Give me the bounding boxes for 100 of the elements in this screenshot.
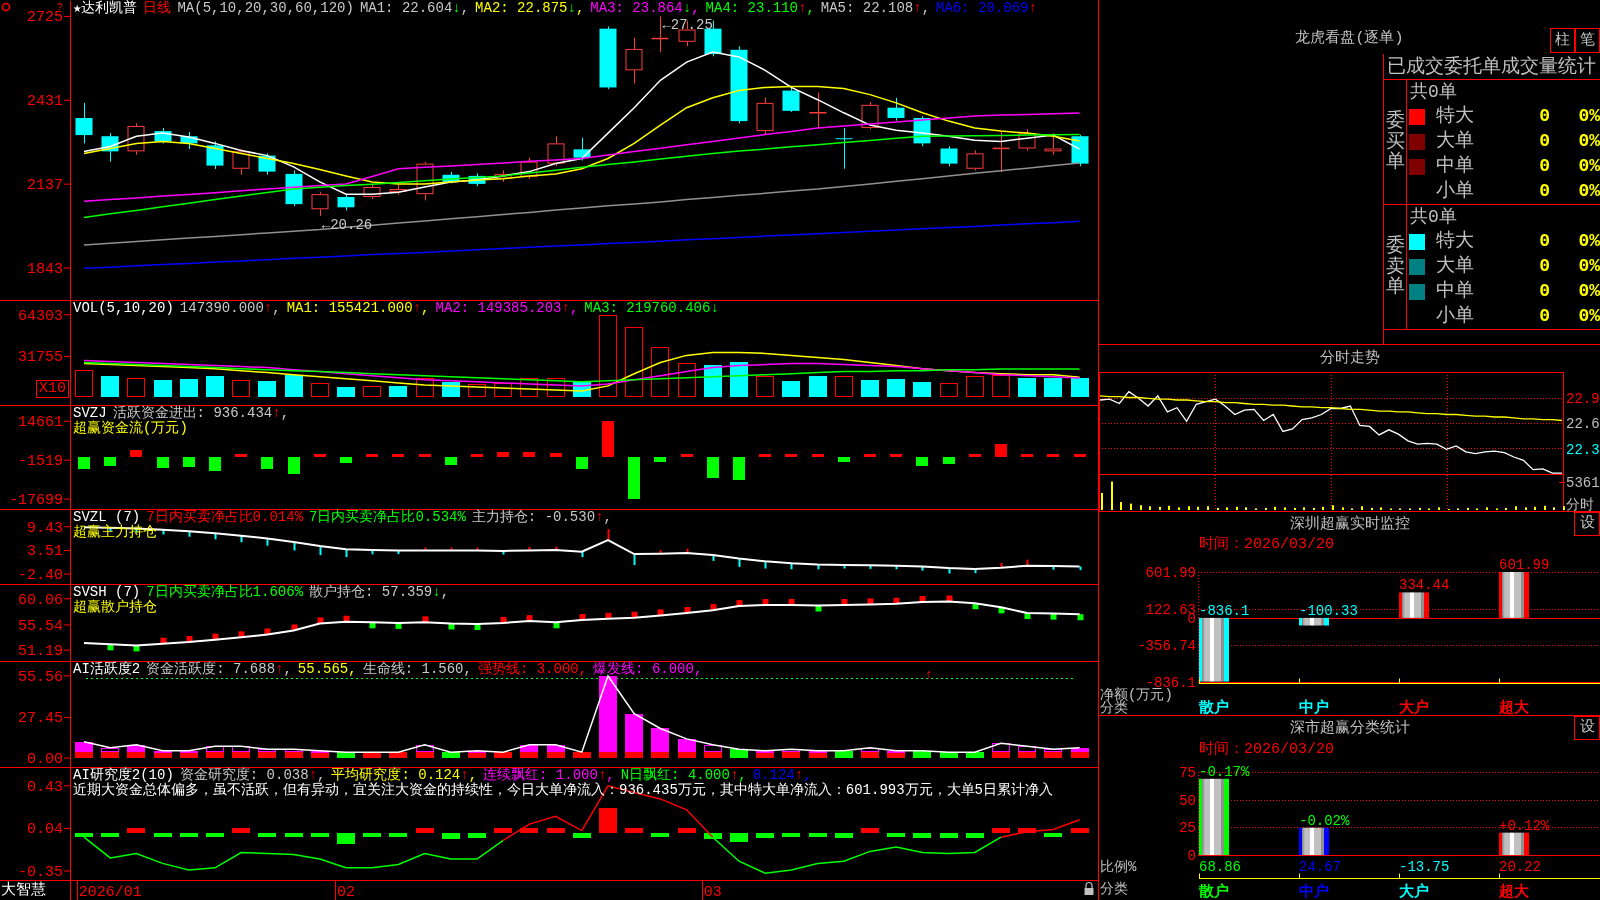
axis-label: 22.9: [1566, 390, 1600, 407]
axis-label: -1519: [18, 453, 63, 471]
legend-label: MA1: 155421.000↑,: [286, 301, 430, 316]
count-value: 0: [1538, 105, 1550, 128]
axis-label: 14661: [18, 414, 63, 432]
data-bar: [1199, 617, 1229, 682]
legend-label: N日飘红: 4.000↑,: [620, 768, 747, 783]
ring-icon: [1, 2, 11, 12]
axis-label: -356.74: [1137, 638, 1196, 655]
logo-text: 大智慧: [0, 881, 47, 900]
marker-label: ↑: [924, 666, 933, 683]
axis-label: 1843: [27, 261, 63, 279]
axis-title: 分类: [1100, 700, 1128, 715]
axis-label: 60.06: [18, 591, 63, 609]
legend-label: AI研究度2(10): [73, 768, 174, 783]
settings-button[interactable]: 设: [1574, 716, 1600, 740]
panel-title: 深市超赢分类统计: [1289, 718, 1410, 739]
legend-label: SVZL (7): [73, 510, 141, 525]
axis-label: 22.6: [1566, 416, 1600, 432]
axis-label: 3.51: [27, 543, 63, 561]
time-label: 时间：2026/03/20: [1198, 537, 1335, 552]
count-value: 0: [1538, 155, 1550, 178]
legend-label: 7日内买卖净占比0.534%: [309, 510, 466, 525]
category-label: 散户: [1199, 700, 1229, 715]
legend-label: 主力持仓: -0.530↑,: [471, 510, 612, 525]
toggle-button[interactable]: 柱: [1550, 28, 1575, 53]
axis-label: 75: [1179, 765, 1196, 781]
category-label: 中户: [1299, 884, 1329, 900]
legend-label: 日线: [143, 1, 172, 16]
change-label: +0.12%: [1499, 817, 1550, 834]
panel-title: 分时走势: [1319, 350, 1380, 367]
axis-label: 0.04: [27, 821, 63, 839]
count-value: 0: [1538, 280, 1550, 303]
legend-label: SVSH (7): [73, 585, 141, 600]
share-value: 0%: [1577, 305, 1600, 328]
share-value: 0%: [1577, 105, 1600, 128]
row-label: 小单: [1436, 304, 1475, 330]
axis-label: 5361: [1566, 475, 1600, 491]
share-value: 0%: [1577, 180, 1600, 203]
legend-label: ★达利凯普: [73, 1, 138, 16]
data-bar: [1399, 592, 1429, 618]
axis-label: -0.35: [18, 864, 63, 882]
legend-label: 资金活跃度: 7.688↑,: [146, 662, 292, 677]
toggle-button[interactable]: 笔: [1575, 28, 1600, 53]
legend-label: MA3: 23.864↓,: [590, 1, 700, 16]
share-value: 0%: [1577, 230, 1600, 253]
category-label: 散户: [1199, 884, 1229, 900]
legend-label: MA(5,10,20,30,60,120): [177, 1, 354, 16]
row-label: 中单: [1436, 154, 1475, 180]
row-label: 中单: [1436, 279, 1475, 305]
time-label: 时间：2026/03/20: [1198, 742, 1335, 757]
count-value: 0: [1538, 180, 1550, 203]
panel-title: 深圳超赢实时监控: [1289, 514, 1410, 535]
panel-title: 龙虎看盘(逐单): [1295, 29, 1404, 49]
date-label: 02: [337, 884, 355, 900]
lock-icon: [1084, 881, 1094, 895]
legend-label: 连续飘红: 1.000↑,: [483, 768, 615, 783]
data-bar: [1299, 617, 1329, 626]
axis-title: 分时: [1566, 497, 1594, 511]
share-value: 0%: [1577, 280, 1600, 303]
axis-label: 601.99: [1145, 565, 1196, 581]
axis-label: 2137: [27, 177, 63, 195]
axis-title: 比例%: [1100, 859, 1137, 875]
settings-button[interactable]: 设: [1574, 512, 1600, 536]
row-label: 小单: [1436, 179, 1475, 205]
reading-label: -13.75: [1399, 859, 1450, 875]
count-value: 0: [1538, 130, 1550, 153]
section-label: 委卖单: [1385, 235, 1405, 299]
reading-label: 20.22: [1499, 859, 1541, 875]
legend-label: MA1: 22.604↓,: [359, 1, 470, 16]
count-value: 0: [1538, 255, 1550, 278]
value-label: 334.44: [1399, 577, 1450, 594]
reading-label: 68.86: [1199, 859, 1241, 875]
legend-label: 生命线: 1.560,: [362, 662, 472, 677]
axis-label: -2.40: [18, 567, 63, 584]
category-label: 大户: [1399, 700, 1429, 715]
count-value: 0: [1538, 230, 1550, 253]
section-label: 委买单: [1385, 110, 1405, 174]
reading-label: 24.67: [1299, 859, 1341, 875]
data-bar: [1299, 827, 1329, 855]
axis-label: 22.3: [1566, 441, 1600, 458]
value-label: -836.1: [1199, 602, 1250, 619]
legend-label: 活跃资金进出: 936.434↑,: [112, 406, 290, 421]
data-bar: [1499, 832, 1529, 855]
multiplier-label: X10: [36, 380, 69, 398]
date-label: 03: [703, 884, 722, 900]
row-label: 特大: [1436, 104, 1475, 130]
legend-label: SVZJ: [73, 406, 107, 421]
legend-label: MA3: 219760.406↓: [584, 301, 719, 316]
legend-label: 超赢资金流(万元): [73, 421, 188, 436]
axis-label: 0.43: [27, 778, 63, 796]
legend-label: 近期大资金总体偏多，虽不活跃，但有异动，宜关注大资金的持续性，今日大单净流入：936.435万元，其中特大单净流入：601.993万元，大单5日累计净入: [73, 783, 1054, 798]
category-label: 大户: [1399, 884, 1429, 900]
axis-label: 27.45: [18, 710, 63, 728]
legend-label: AI活跃度2: [73, 662, 141, 677]
legend-label: VOL(5,10,20): [73, 301, 174, 316]
legend-label: 资金研究度: 0.038↑,: [179, 768, 326, 783]
category-label: 超大: [1499, 700, 1529, 715]
axis-label: 55.54: [18, 617, 63, 635]
value-label: 601.99: [1499, 557, 1550, 573]
